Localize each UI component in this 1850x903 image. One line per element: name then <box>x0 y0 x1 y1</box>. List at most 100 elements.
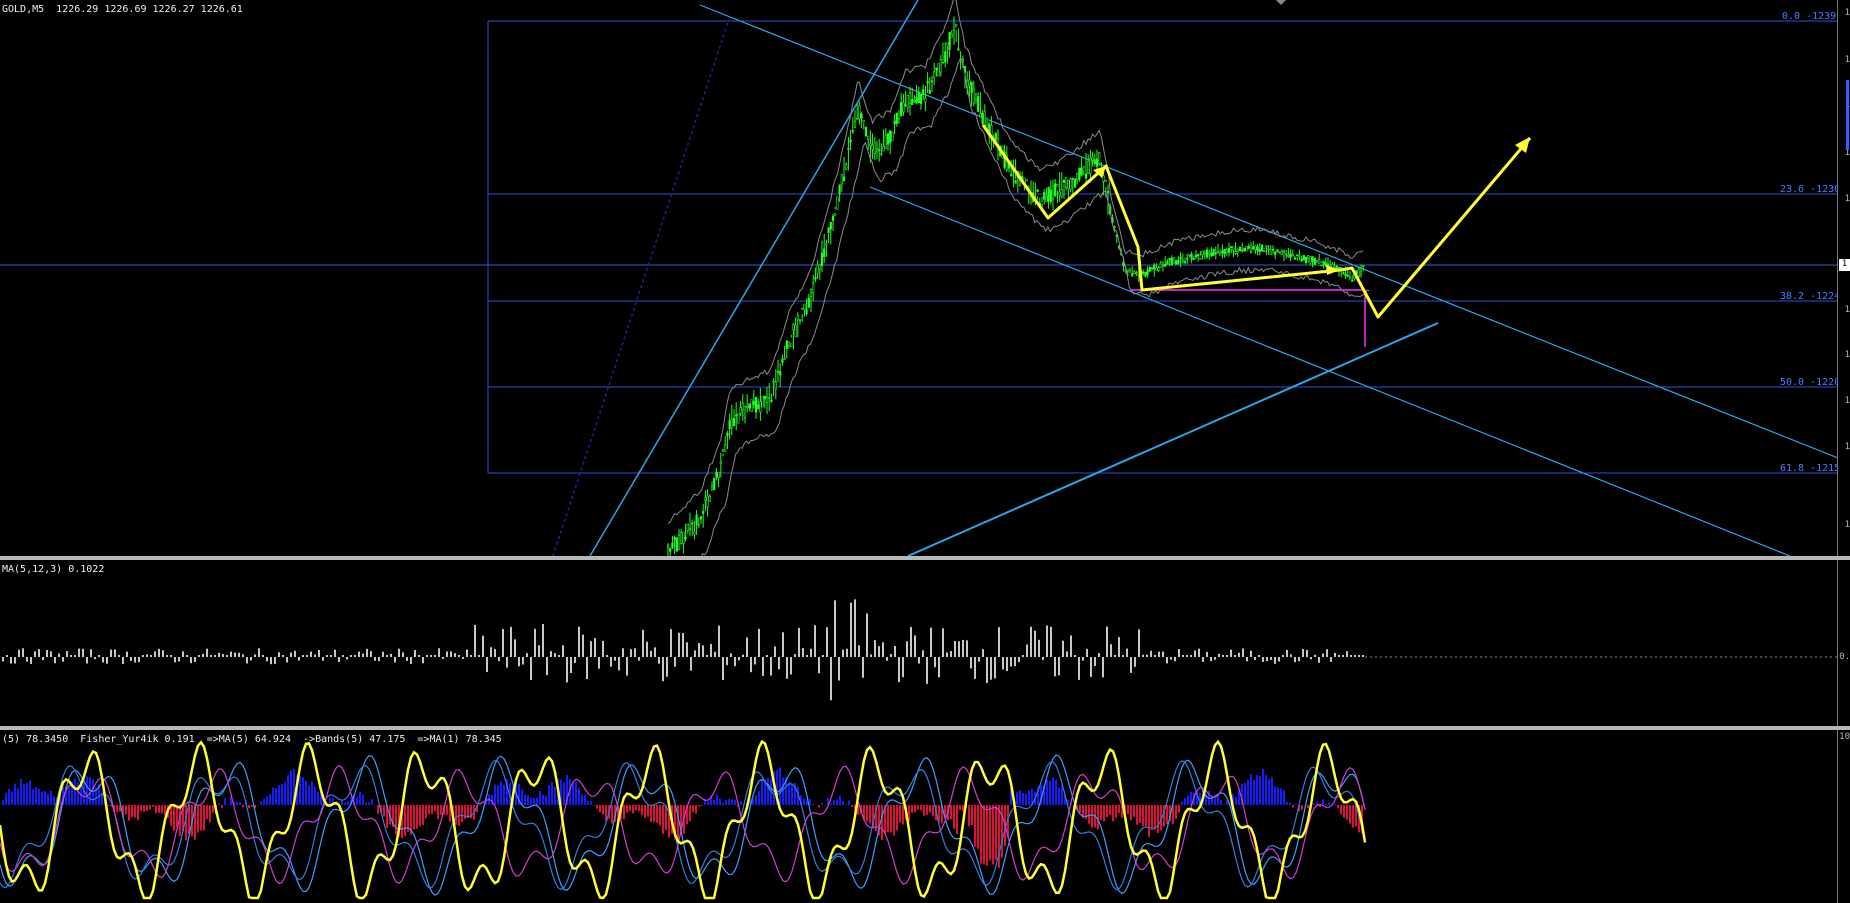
candle-body <box>1067 179 1070 189</box>
histogram-bar <box>1334 653 1336 657</box>
candle-body <box>1252 246 1255 250</box>
candle-body <box>1254 245 1257 250</box>
candle-body <box>869 143 872 146</box>
candle-body <box>820 252 824 267</box>
candle-body <box>1276 249 1279 252</box>
price-chart-canvas[interactable] <box>0 0 1838 556</box>
candle-body <box>666 544 670 548</box>
candle-body <box>713 477 716 491</box>
histogram-bar <box>390 653 392 657</box>
histogram-bar <box>686 642 688 657</box>
histogram-bar <box>566 657 568 683</box>
candle-body <box>1227 247 1231 253</box>
candle-body <box>849 139 852 143</box>
support-trendline[interactable] <box>907 322 1439 556</box>
histogram-bar <box>502 629 504 657</box>
histogram-bar <box>386 655 388 657</box>
histogram-bar <box>546 657 548 676</box>
candle-body <box>1091 156 1094 161</box>
histogram-bar <box>210 655 212 657</box>
fisher-bar <box>1001 805 1003 858</box>
channel-upper[interactable] <box>699 4 1838 459</box>
histogram-bar <box>858 645 860 657</box>
fisher-bar <box>1274 786 1276 805</box>
histogram-bar <box>1102 657 1104 678</box>
fisher-bar <box>263 798 265 805</box>
fisher-canvas[interactable] <box>0 730 1838 903</box>
dotted-trendline[interactable] <box>552 21 729 556</box>
fisher-bar <box>404 805 406 837</box>
fisher-bar <box>821 802 823 805</box>
histogram-bar <box>226 655 228 657</box>
histogram-bar <box>450 651 452 657</box>
candle-body <box>1155 267 1158 271</box>
histogram-bar <box>910 627 912 657</box>
fisher-bar <box>74 778 76 805</box>
fisher-bar <box>989 805 991 861</box>
fisher-bar <box>152 805 154 807</box>
histogram-bar <box>954 640 956 657</box>
oscillator-canvas[interactable] <box>0 560 1838 726</box>
oscillator-pane[interactable]: MA(5,12,3) 0.1022 <box>0 560 1838 726</box>
price-chart-pane[interactable]: GOLD,M5 1226.29 1226.69 1226.27 1226.61 … <box>0 0 1838 556</box>
histogram-bar <box>2 657 4 662</box>
histogram-bar <box>362 653 364 657</box>
price-axis[interactable]: 1 1 1 1 1 1 1 1 1 1 1 <box>1837 0 1850 556</box>
candle-body <box>671 542 674 548</box>
fisher-bar <box>590 801 592 805</box>
histogram-bar <box>78 648 80 657</box>
candle-body <box>880 153 883 155</box>
fisher-bar <box>1307 805 1309 808</box>
fisher-bar <box>644 805 646 819</box>
histogram-bar <box>342 655 344 657</box>
candle-body <box>878 149 881 152</box>
fisher-top-label: 10 <box>1839 732 1850 742</box>
histogram-bar <box>1346 651 1348 657</box>
candle-body <box>858 105 861 120</box>
axis-tick: 1 <box>1844 55 1850 65</box>
histogram-bar <box>746 637 748 657</box>
axis-tick: 1 <box>1844 8 1850 18</box>
histogram-bar <box>1298 657 1300 662</box>
fisher-bar <box>761 779 763 805</box>
candle-body <box>913 99 916 102</box>
histogram-bar <box>186 655 188 657</box>
fisher-bar <box>716 794 718 805</box>
fisher-bar <box>1127 805 1129 815</box>
candle-body <box>1047 186 1050 202</box>
histogram-bar <box>122 657 124 665</box>
candle-body <box>739 407 742 414</box>
fisher-bar <box>50 790 52 805</box>
candle-body <box>884 135 887 149</box>
candle-body <box>1234 251 1237 254</box>
candle-body <box>1186 257 1189 260</box>
fisher-bar <box>161 805 163 814</box>
fisher-bar <box>626 805 628 813</box>
fisher-bar <box>503 784 505 805</box>
candle-body <box>882 146 885 152</box>
histogram-bar <box>66 651 68 657</box>
current-price-marker: 1 <box>1839 259 1850 271</box>
fisher-bar <box>788 782 790 805</box>
histogram-bar <box>1106 626 1108 657</box>
histogram-bar <box>1178 649 1180 657</box>
histogram-bar <box>338 657 340 662</box>
fisher-bar <box>365 802 367 805</box>
fisher-bar <box>1220 800 1222 805</box>
candle-body <box>1051 185 1055 200</box>
fisher-pane[interactable]: (5) 78.3450 Fisher_Yur4ik 0.191 =>MA(5) … <box>0 730 1838 903</box>
axis-scroll-indicator[interactable] <box>1846 80 1849 150</box>
candle-body <box>985 117 989 130</box>
histogram-bar <box>1062 640 1064 657</box>
candle-body <box>1342 272 1345 275</box>
candle-body <box>1271 249 1275 251</box>
candle-body <box>1219 252 1222 256</box>
candle-body <box>1311 256 1314 262</box>
fisher-bar <box>689 805 691 822</box>
fisher-bar <box>197 805 199 833</box>
histogram-bar <box>702 645 704 657</box>
fisher-bar <box>869 805 871 824</box>
histogram-bar <box>670 629 672 657</box>
fisher-bar <box>1337 805 1339 809</box>
candle-body <box>1010 173 1013 177</box>
